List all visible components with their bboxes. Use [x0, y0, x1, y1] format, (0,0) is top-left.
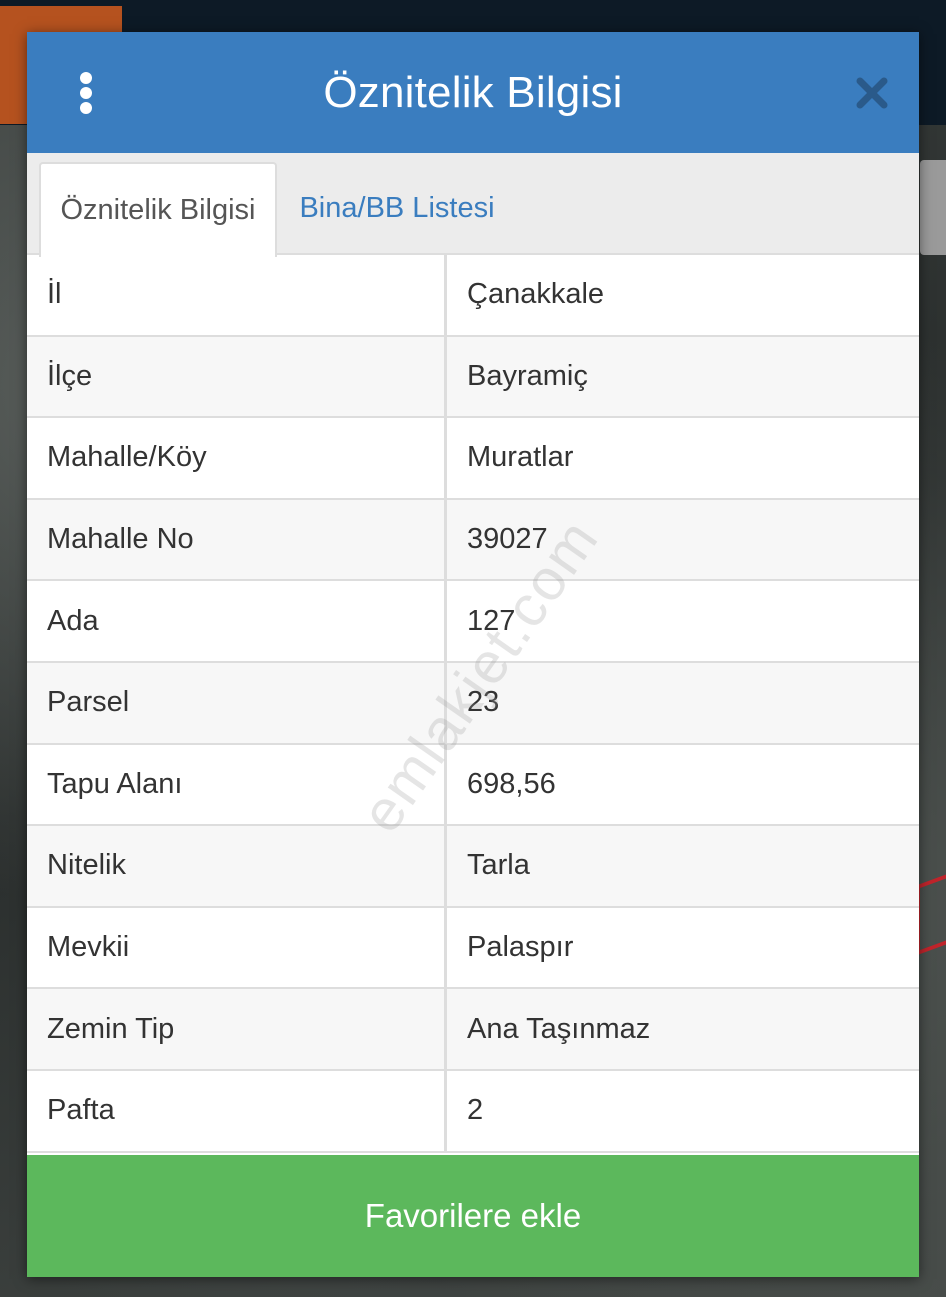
- table-row: Parsel 23: [27, 662, 919, 745]
- table-row: Pafta 2: [27, 1070, 919, 1153]
- tab-attribute-info[interactable]: Öznitelik Bilgisi: [39, 162, 277, 257]
- attribute-value: 2: [467, 1094, 484, 1127]
- attribute-value: Bayramiç: [467, 359, 588, 392]
- table-row: Nitelik Tarla: [27, 826, 919, 908]
- attribute-key: Pafta: [27, 1070, 447, 1151]
- attribute-value: 127: [467, 604, 516, 637]
- tab-building-list[interactable]: Bina/BB Listesi: [292, 162, 502, 255]
- close-icon[interactable]: [855, 76, 889, 110]
- table-row: İl Çanakkale: [27, 255, 919, 337]
- attribute-table: İl Çanakkale İlçe Bayramiç Mahalle/Köy Muratl…: [27, 255, 919, 1153]
- attribute-key: Nitelik: [27, 826, 447, 906]
- table-row: İlçe Bayramiç: [27, 336, 919, 419]
- attribute-key: Mevkii: [27, 907, 447, 988]
- table-row: Mevkii Palaspır: [27, 907, 919, 990]
- attribute-value: 39027: [467, 523, 548, 556]
- dialog-header: Öznitelik Bilgisi: [27, 32, 919, 153]
- table-row: Mahalle No 39027: [27, 499, 919, 582]
- attribute-value: Tarla: [467, 849, 530, 882]
- attribute-value: Ana Taşınmaz: [467, 1012, 651, 1045]
- attribute-key: Tapu Alanı: [27, 744, 447, 825]
- vertical-dots-icon[interactable]: [79, 72, 93, 114]
- table-row: Tapu Alanı 698,56: [27, 744, 919, 827]
- attribute-value: Çanakkale: [467, 278, 605, 311]
- attribute-value: 23: [467, 686, 500, 719]
- attribute-key: İlçe: [27, 336, 447, 417]
- tab-bar: Öznitelik Bilgisi Bina/BB Listesi: [27, 153, 919, 257]
- attribute-key: Parsel: [27, 662, 447, 743]
- table-row: Zemin Tip Ana Taşınmaz: [27, 989, 919, 1071]
- parcel-outline: [916, 874, 946, 956]
- table-row: Mahalle/Köy Muratlar: [27, 418, 919, 500]
- attribute-key: Ada: [27, 581, 447, 661]
- attribute-value: 698,56: [467, 767, 556, 800]
- map-side-handle: [920, 160, 946, 255]
- attribute-key: Mahalle No: [27, 499, 447, 580]
- attribute-key: Mahalle/Köy: [27, 418, 447, 498]
- attribute-value: Muratlar: [467, 441, 574, 474]
- add-to-favorites-button[interactable]: Favorilere ekle: [27, 1155, 919, 1277]
- table-row: Ada 127: [27, 581, 919, 663]
- attribute-value: Palaspır: [467, 931, 574, 964]
- dialog-title: Öznitelik Bilgisi: [323, 67, 623, 117]
- attribute-dialog: Öznitelik Bilgisi Öznitelik Bilgisi Bina…: [27, 32, 919, 1277]
- attribute-key: İl: [27, 255, 447, 335]
- attribute-key: Zemin Tip: [27, 989, 447, 1069]
